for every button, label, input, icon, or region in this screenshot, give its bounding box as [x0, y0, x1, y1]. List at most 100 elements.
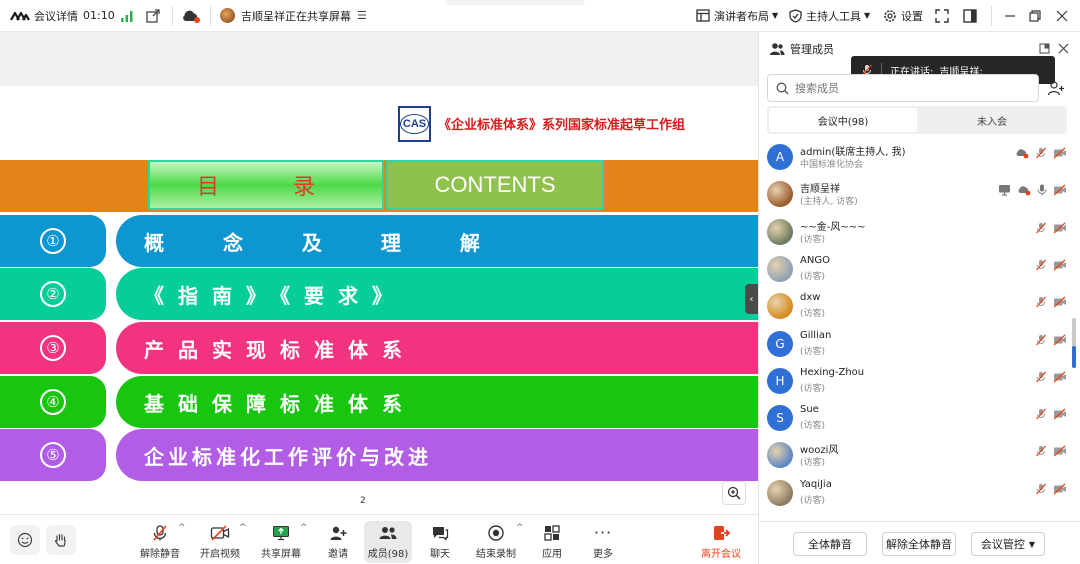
member-row[interactable]: dxw (访客): [767, 288, 1067, 325]
meeting-details-button[interactable]: 会议详情: [10, 0, 78, 32]
member-status-icons: [1035, 259, 1067, 274]
search-input[interactable]: [795, 81, 1025, 95]
member-row[interactable]: ~~金-风~~~ (访客): [767, 214, 1067, 251]
slide-page-number: 2: [360, 496, 366, 506]
mic-muted-icon[interactable]: [1035, 259, 1047, 274]
presenter-layout-button[interactable]: 演讲者布局 ▼: [696, 0, 778, 32]
fullscreen-icon[interactable]: [935, 9, 949, 23]
chevron-down-icon: ▼: [772, 11, 779, 20]
cloud-record-icon[interactable]: [181, 9, 201, 23]
share-options-caret[interactable]: ^: [300, 523, 308, 533]
mic-muted-icon: [153, 525, 167, 541]
member-role: (访客): [800, 383, 826, 394]
member-row[interactable]: ANGO (访客): [767, 251, 1067, 288]
invite-member-icon[interactable]: [1047, 80, 1065, 96]
panel-title: 管理成员: [790, 43, 834, 56]
screen-share-icon: [998, 184, 1011, 199]
camera-off-icon[interactable]: [1053, 184, 1067, 199]
meeting-timer: 01:10: [83, 9, 115, 22]
tab-in-meeting[interactable]: 会议中(98): [769, 108, 917, 132]
contents-box: CONTENTS: [386, 160, 604, 210]
members-button[interactable]: 成员(98): [364, 521, 412, 563]
toc-number: ③: [40, 335, 66, 361]
shield-icon: [789, 8, 802, 23]
sharing-status[interactable]: 吉顺呈祥正在共享屏幕 ☰: [220, 0, 367, 32]
mic-muted-icon[interactable]: [1035, 296, 1047, 311]
signal-icon[interactable]: [121, 10, 133, 22]
camera-off-icon[interactable]: [1053, 296, 1067, 311]
more-dots-icon: ···: [593, 523, 613, 542]
reaction-button[interactable]: [10, 525, 40, 555]
toc-title-box: 目 录: [148, 160, 384, 210]
member-row[interactable]: H Hexing-Zhou (访客): [767, 363, 1067, 400]
chevron-down-icon: ▼: [864, 11, 871, 20]
mic-muted-icon[interactable]: [1035, 222, 1047, 237]
invite-button[interactable]: 邀请: [312, 523, 364, 561]
meeting-control-button[interactable]: 会议管控 ▼: [971, 532, 1045, 556]
drag-handle[interactable]: [445, 0, 585, 5]
cas-logo-text: CAS: [399, 114, 430, 134]
mic-muted-icon[interactable]: [1035, 483, 1047, 498]
apps-grid-icon: [544, 525, 560, 541]
recording-options-caret[interactable]: ^: [516, 523, 524, 533]
tab-not-joined[interactable]: 未入会: [919, 108, 1065, 132]
sidebar-toggle-icon[interactable]: [963, 9, 977, 23]
camera-off-icon[interactable]: [1053, 147, 1067, 162]
settings-button[interactable]: 设置: [883, 0, 923, 32]
raise-hand-button[interactable]: [46, 525, 76, 555]
restore-icon[interactable]: [1029, 10, 1041, 22]
member-row[interactable]: woozi风 (访客): [767, 437, 1067, 474]
minimize-icon[interactable]: [1004, 10, 1016, 22]
popout-icon[interactable]: [146, 9, 160, 23]
close-icon[interactable]: [1056, 10, 1068, 22]
camera-off-icon[interactable]: [1053, 408, 1067, 423]
share-screen-label: 共享屏幕: [261, 549, 301, 560]
chat-button[interactable]: 聊天: [414, 523, 466, 561]
member-row[interactable]: S Sue (访客): [767, 400, 1067, 437]
mic-muted-icon[interactable]: [1035, 445, 1047, 460]
popout-panel-icon[interactable]: [1039, 43, 1050, 54]
camera-off-icon[interactable]: [1053, 371, 1067, 386]
zoom-button[interactable]: [722, 481, 746, 505]
mic-muted-icon[interactable]: [1035, 408, 1047, 423]
camera-off-icon[interactable]: [1053, 483, 1067, 498]
member-row[interactable]: Aadmin(联席主持人, 我) 中国标准化协会: [767, 139, 1067, 176]
unmute-options-caret[interactable]: ^: [178, 523, 186, 533]
leave-meeting-button[interactable]: 离开会议: [695, 523, 747, 561]
member-list[interactable]: Aadmin(联席主持人, 我) 中国标准化协会 吉顺呈祥 (主持人, 访客) ~~金-…: [759, 139, 1080, 519]
camera-off-icon[interactable]: [1053, 445, 1067, 460]
host-tools-button[interactable]: 主持人工具 ▼: [789, 0, 870, 32]
end-recording-button[interactable]: 结束录制: [470, 523, 522, 561]
more-label: 更多: [593, 549, 613, 560]
mic-muted-icon[interactable]: [1035, 147, 1047, 162]
members-icon: [379, 527, 397, 539]
mic-muted-icon[interactable]: [1035, 334, 1047, 349]
member-row[interactable]: G Gillian (访客): [767, 326, 1067, 363]
more-button[interactable]: ··· 更多: [577, 523, 629, 561]
member-row[interactable]: 吉顺呈祥 (主持人, 访客): [767, 176, 1067, 213]
apps-button[interactable]: 应用: [526, 523, 578, 561]
member-row[interactable]: YaqiJia (访客): [767, 475, 1067, 512]
mute-all-button[interactable]: 全体静音: [793, 532, 867, 556]
apps-label: 应用: [542, 549, 562, 560]
chevron-left-icon: ‹: [749, 293, 754, 305]
member-name: ~~金-风~~~: [800, 221, 866, 233]
camera-off-icon[interactable]: [1053, 222, 1067, 237]
mic-icon[interactable]: [1037, 184, 1047, 199]
members-label: 成员(98): [367, 549, 409, 560]
video-options-caret[interactable]: ^: [239, 523, 247, 533]
meeting-details-label: 会议详情: [34, 9, 78, 23]
member-search-box[interactable]: [767, 74, 1039, 102]
camera-off-icon[interactable]: [1053, 334, 1067, 349]
camera-off-icon[interactable]: [1053, 259, 1067, 274]
mic-muted-icon[interactable]: [1035, 371, 1047, 386]
collapse-panel-handle[interactable]: ‹: [745, 284, 758, 314]
close-panel-icon[interactable]: [1058, 43, 1069, 54]
member-role: (访客): [800, 309, 826, 320]
avatar: [767, 293, 793, 320]
toc-item-label: 企业标准化工作评价与改进: [116, 429, 758, 481]
unmute-all-button[interactable]: 解除全体静音: [882, 532, 956, 556]
toc-number-box: ④: [0, 376, 106, 428]
member-role: (主持人, 访客): [800, 197, 858, 208]
member-role: (访客): [800, 495, 826, 506]
